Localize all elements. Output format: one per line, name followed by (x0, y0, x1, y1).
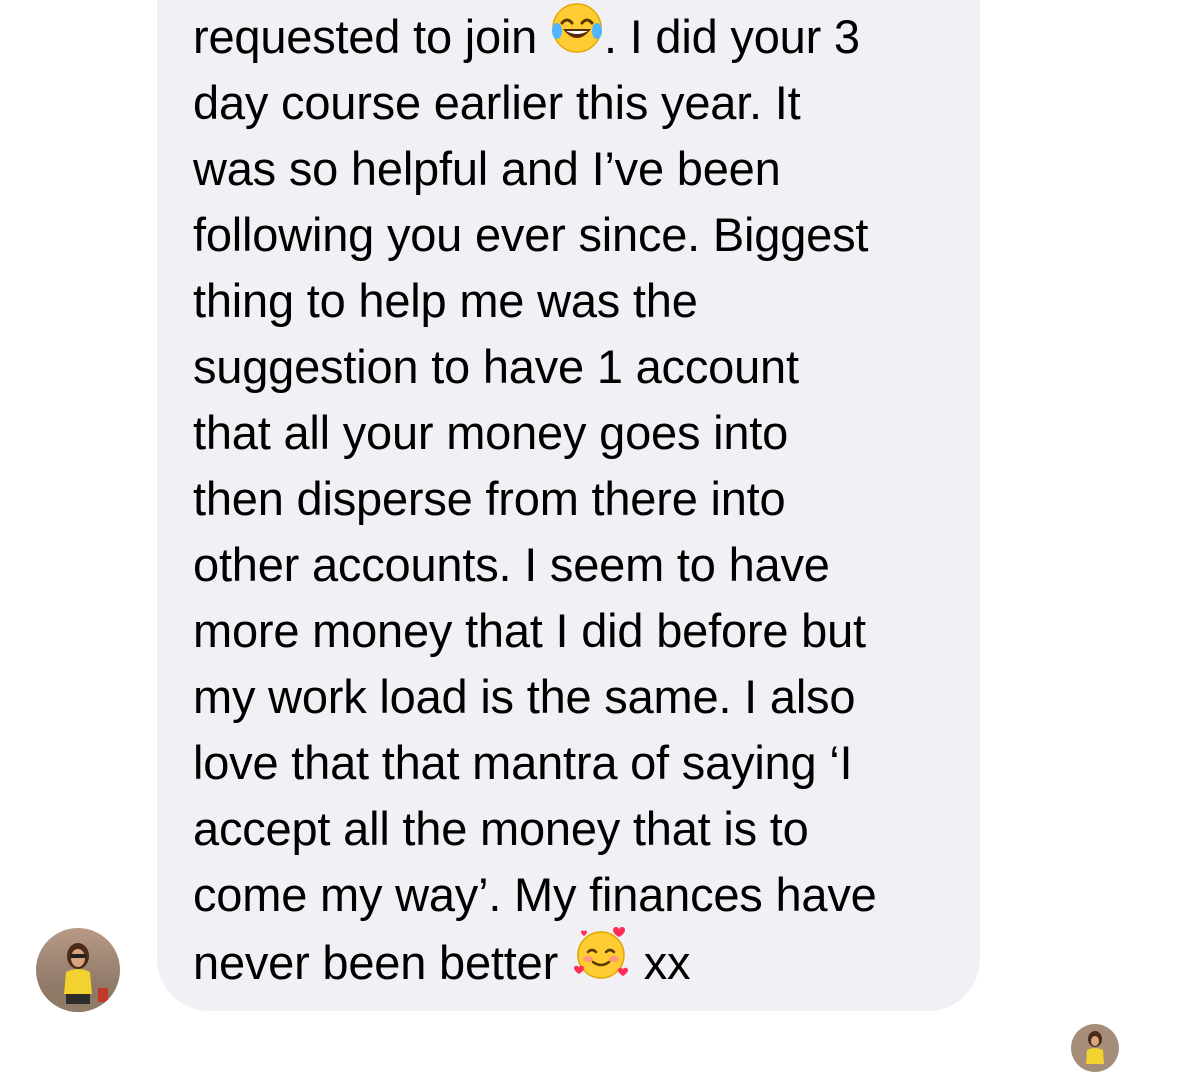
message-line: following you ever since. Biggest (193, 208, 869, 261)
message-line: was so helpful and I’ve been (193, 142, 781, 195)
avatar-photo-icon (36, 928, 120, 1012)
message-line: day course earlier this year. It (193, 76, 801, 129)
message-line: never been better xx (193, 927, 877, 994)
smiling-face-with-hearts-emoji-icon (571, 924, 631, 1001)
message-line: more money that I did before but (193, 604, 866, 657)
message-line: my work load is the same. I also (193, 670, 856, 723)
message-line: love that that mantra of saying ‘I (193, 736, 853, 789)
message-line: then disperse from there into (193, 472, 786, 525)
laughing-tears-emoji-icon (550, 1, 604, 72)
message-line: accept all the money that is to (193, 802, 809, 855)
avatar-photo-icon (1071, 1024, 1119, 1072)
message-text: requested to join . I did your 3 day cou… (193, 1, 877, 994)
message-line: that all your money goes into (193, 406, 789, 459)
message-line: thing to help me was the (193, 274, 698, 327)
read-receipt-avatar (1071, 1024, 1119, 1072)
message-line: other accounts. I seem to have (193, 538, 830, 591)
message-line: requested to join . I did your 3 (193, 1, 877, 72)
message-line: suggestion to have 1 account (193, 340, 799, 393)
sender-avatar[interactable] (36, 928, 120, 1012)
message-line: come my way’. My finances have (193, 868, 877, 921)
